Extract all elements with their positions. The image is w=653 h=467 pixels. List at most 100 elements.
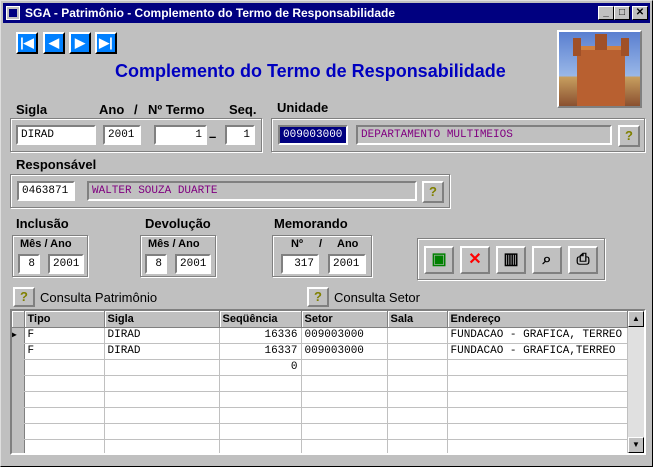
col-sequencia[interactable]: Seqüência [219,311,302,328]
table-cell-sequencia[interactable] [219,439,302,453]
ano-field[interactable]: 2001 [103,125,141,145]
table-cell-sigla[interactable] [104,375,220,392]
table-cell-setor[interactable] [301,423,388,440]
grid-scrollbar[interactable]: ▲ ▼ [628,311,644,453]
responsavel-code-field[interactable]: 0463871 [17,181,75,201]
table-cell-sala[interactable] [387,327,448,344]
table-cell-setor[interactable] [301,439,388,453]
table-row[interactable]: F DIRAD 16337 009003000 FUNDACAO - GRAFICA,T… [12,343,628,360]
table-cell-setor[interactable] [301,359,388,376]
table-row[interactable] [12,375,628,392]
table-cell-sala[interactable] [387,439,448,453]
scroll-up-button[interactable]: ▲ [628,311,644,327]
memorando-ano-field[interactable]: 2001 [328,254,366,274]
table-row[interactable] [12,439,628,453]
table-cell-sala[interactable] [387,423,448,440]
table-cell-sequencia[interactable] [219,423,302,440]
table-cell-tipo[interactable]: F [24,343,105,360]
n-termo-field[interactable]: 1 [154,125,207,145]
table-row[interactable] [12,391,628,408]
col-endereco[interactable]: Endereço [447,311,628,328]
table-cell-endereco[interactable] [447,439,628,453]
row-indicator[interactable] [12,407,25,424]
inclusao-mes-field[interactable]: 8 [18,254,40,274]
row-indicator[interactable] [12,343,25,360]
delete-button[interactable]: ✕ [460,246,490,274]
minimize-button[interactable]: _ [598,6,614,20]
table-cell-endereco[interactable] [447,391,628,408]
table-cell-setor[interactable] [301,407,388,424]
table-row[interactable] [12,407,628,424]
col-tipo[interactable]: Tipo [24,311,105,328]
responsavel-help-button[interactable]: ? [422,181,444,203]
consulta-setor-label[interactable]: Consulta Setor [334,290,420,305]
devolucao-mes-field[interactable]: 8 [145,254,167,274]
table-cell-sequencia[interactable]: 0 [219,359,302,376]
prev-record-button[interactable]: ◀ [43,32,65,54]
consulta-patrimonio-label[interactable]: Consulta Patrimônio [40,290,157,305]
search-button[interactable]: ⌕ [532,246,562,274]
table-cell-endereco[interactable] [447,407,628,424]
table-cell-sigla[interactable] [104,439,220,453]
table-cell-sequencia[interactable] [219,391,302,408]
inclusao-ano-field[interactable]: 2001 [48,254,84,274]
table-cell-tipo[interactable] [24,359,105,376]
row-indicator[interactable] [12,423,25,440]
memorando-n-field[interactable]: 317 [281,254,319,274]
table-cell-sequencia[interactable]: 16336 [219,327,302,344]
table-cell-sigla[interactable]: DIRAD [104,327,220,344]
table-cell-setor[interactable] [301,375,388,392]
col-setor[interactable]: Setor [301,311,388,328]
last-record-button[interactable]: ▶| [95,32,117,54]
table-cell-endereco[interactable] [447,423,628,440]
table-row[interactable]: ▶ F DIRAD 16336 009003000 FUNDACAO - GRAFICA,… [12,327,628,344]
row-indicator[interactable]: ▶ [12,327,25,344]
first-record-button[interactable]: |◀ [16,32,38,54]
table-row[interactable]: 0 [12,359,628,376]
table-cell-sala[interactable] [387,359,448,376]
table-cell-sigla[interactable] [104,391,220,408]
table-cell-endereco[interactable] [447,359,628,376]
seq-field[interactable]: 1 [225,125,255,145]
table-cell-endereco[interactable]: FUNDACAO - GRAFICA,TERREO [447,343,628,360]
table-cell-sigla[interactable] [104,359,220,376]
table-cell-tipo[interactable]: F [24,327,105,344]
table-cell-sigla[interactable] [104,407,220,424]
table-cell-sigla[interactable]: DIRAD [104,343,220,360]
table-cell-sequencia[interactable]: 16337 [219,343,302,360]
table-cell-sala[interactable] [387,391,448,408]
row-indicator[interactable] [12,375,25,392]
table-cell-tipo[interactable] [24,391,105,408]
patrimonio-grid[interactable]: Tipo Sigla Seqüência Setor Sala Endereço… [10,309,646,455]
table-cell-tipo[interactable] [24,423,105,440]
table-cell-endereco[interactable]: FUNDACAO - GRAFICA, TERREO [447,327,628,344]
next-record-button[interactable]: ▶ [69,32,91,54]
table-cell-sequencia[interactable] [219,407,302,424]
table-cell-tipo[interactable] [24,407,105,424]
unidade-code-field[interactable]: 009003000 [278,125,348,145]
maximize-button[interactable]: □ [614,6,630,20]
row-indicator[interactable] [12,439,25,453]
col-sala[interactable]: Sala [387,311,448,328]
table-cell-sala[interactable] [387,375,448,392]
save-button[interactable]: ▣ [424,246,454,274]
table-cell-setor[interactable]: 009003000 [301,343,388,360]
col-sigla[interactable]: Sigla [104,311,220,328]
row-indicator[interactable] [12,391,25,408]
unidade-help-button[interactable]: ? [618,125,640,147]
table-cell-sequencia[interactable] [219,375,302,392]
consulta-patrimonio-button[interactable]: ? [13,287,35,307]
row-indicator[interactable] [12,359,25,376]
table-cell-setor[interactable]: 009003000 [301,327,388,344]
consulta-setor-button[interactable]: ? [307,287,329,307]
trash-button[interactable]: ▥ [496,246,526,274]
table-cell-tipo[interactable] [24,439,105,453]
scroll-down-button[interactable]: ▼ [628,437,644,453]
table-cell-endereco[interactable] [447,375,628,392]
table-cell-tipo[interactable] [24,375,105,392]
table-cell-setor[interactable] [301,391,388,408]
table-cell-sala[interactable] [387,343,448,360]
devolucao-ano-field[interactable]: 2001 [175,254,211,274]
table-cell-sigla[interactable] [104,423,220,440]
close-button[interactable]: ✕ [632,6,648,20]
